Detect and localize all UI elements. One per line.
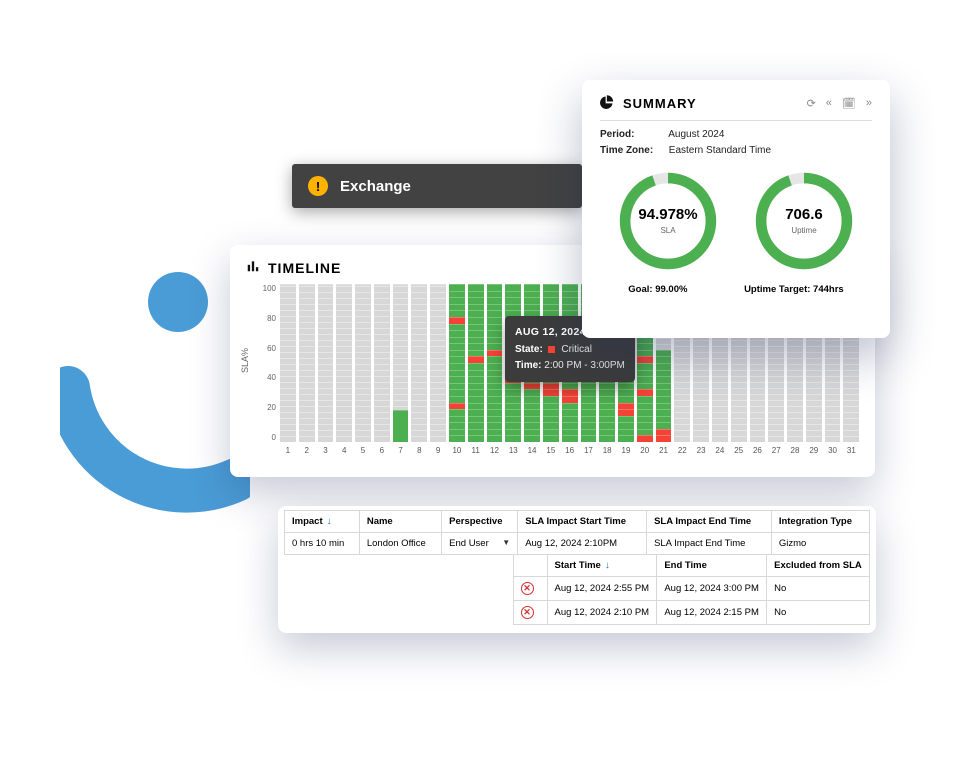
sla-caption: SLA — [615, 226, 721, 235]
pie-icon — [600, 94, 615, 112]
error-icon: ✕ — [521, 582, 534, 595]
day-column[interactable] — [299, 284, 315, 442]
col-integration[interactable]: Integration Type — [771, 511, 869, 533]
tz-label: Time Zone: — [600, 143, 666, 159]
warning-icon: ! — [308, 176, 328, 196]
uptime-caption: Uptime — [751, 226, 857, 235]
col-impact[interactable]: Impact↓ — [285, 511, 360, 533]
sort-icon: ↓ — [327, 516, 332, 527]
exchange-chip[interactable]: ! Exchange — [292, 164, 582, 208]
tooltip-time-label: Time: — [515, 360, 542, 371]
day-column[interactable] — [468, 284, 484, 442]
table-row[interactable]: ✕ Aug 12, 2024 2:55 PMAug 12, 2024 3:00 P… — [513, 577, 869, 601]
day-column[interactable] — [449, 284, 465, 442]
cell-impact: 0 hrs 10 min — [285, 533, 360, 555]
period-label: Period: — [600, 127, 666, 143]
cell-start: Aug 12, 2024 2:55 PM — [547, 577, 657, 601]
cell-excluded: No — [767, 577, 870, 601]
refresh-icon[interactable]: ⟳ — [807, 97, 816, 110]
timeline-title: TIMELINE — [268, 260, 341, 276]
impact-table: Impact↓ Name Perspective SLA Impact Star… — [284, 510, 870, 555]
day-column[interactable] — [336, 284, 352, 442]
summary-meta: Period: August 2024 Time Zone: Eastern S… — [600, 127, 872, 158]
cell-start: Aug 12, 2024 2:10 PM — [547, 601, 657, 625]
critical-dot-icon — [548, 346, 555, 353]
cell-end: Aug 12, 2024 2:15 PM — [657, 601, 767, 625]
tz-value: Eastern Standard Time — [669, 145, 771, 156]
y-ticks: 100806040200 — [260, 284, 276, 442]
goal: Goal: 99.00% — [628, 284, 687, 295]
table-row[interactable]: ✕ Aug 12, 2024 2:10 PMAug 12, 2024 2:15 P… — [513, 601, 869, 625]
prev-icon[interactable]: « — [826, 97, 832, 110]
cell-name: London Office — [359, 533, 441, 555]
table-header-row: Impact↓ Name Perspective SLA Impact Star… — [285, 511, 870, 533]
day-column[interactable] — [487, 284, 503, 442]
exchange-chip-label: Exchange — [340, 178, 411, 195]
cell-excluded: No — [767, 601, 870, 625]
cell-end: Aug 12, 2024 3:00 PM — [657, 577, 767, 601]
table-row[interactable]: 0 hrs 10 min London Office End User▼ Aug… — [285, 533, 870, 555]
cell-sla-start: Aug 12, 2024 2:10PM — [518, 533, 647, 555]
summary-toolbar: ⟳ « 🗓︎ » — [807, 97, 872, 110]
col-start[interactable]: Start Time↓ — [547, 555, 657, 577]
uptime-donut: 706.6 Uptime — [751, 168, 857, 274]
next-icon[interactable]: » — [866, 97, 872, 110]
cell-integration: Gizmo — [771, 533, 869, 555]
table-header-row: Start Time↓ End Time Excluded from SLA — [513, 555, 869, 577]
day-column[interactable] — [318, 284, 334, 442]
sla-donut: 94.978% SLA — [615, 168, 721, 274]
day-column[interactable] — [393, 284, 409, 442]
day-column[interactable] — [411, 284, 427, 442]
day-column[interactable] — [280, 284, 296, 442]
col-sla-start[interactable]: SLA Impact Start Time — [518, 511, 647, 533]
cell-perspective: End User▼ — [442, 533, 518, 555]
summary-card: SUMMARY ⟳ « 🗓︎ » Period: August 2024 Tim… — [582, 80, 890, 338]
day-column[interactable] — [430, 284, 446, 442]
period-value: August 2024 — [668, 129, 724, 140]
impact-detail-table: Start Time↓ End Time Excluded from SLA ✕… — [513, 554, 870, 625]
col-perspective[interactable]: Perspective — [442, 511, 518, 533]
sla-value: 94.978% — [615, 206, 721, 223]
col-excluded[interactable]: Excluded from SLA — [767, 555, 870, 577]
error-icon: ✕ — [521, 606, 534, 619]
bars-icon — [246, 259, 260, 276]
chevron-down-icon[interactable]: ▼ — [502, 538, 510, 547]
summary-title: SUMMARY — [623, 96, 697, 111]
cell-sla-end: SLA Impact End Time — [647, 533, 772, 555]
tooltip-state-label: State: — [515, 344, 543, 355]
col-sla-end[interactable]: SLA Impact End Time — [647, 511, 772, 533]
tooltip-time-value: 2:00 PM - 3:00PM — [544, 360, 625, 371]
col-end[interactable]: End Time — [657, 555, 767, 577]
sort-icon: ↓ — [605, 560, 610, 571]
uptime-value: 706.6 — [751, 206, 857, 223]
x-ticks: 1234567891011121314151617181920212223242… — [280, 446, 859, 455]
tooltip-state-value: Critical — [561, 344, 592, 355]
uptime-target: Uptime Target: 744hrs — [744, 284, 844, 295]
impact-card: Impact↓ Name Perspective SLA Impact Star… — [278, 506, 876, 633]
col-name[interactable]: Name — [359, 511, 441, 533]
divider — [600, 120, 872, 121]
day-column[interactable] — [374, 284, 390, 442]
calendar-icon[interactable]: 🗓︎ — [842, 97, 856, 110]
brand-logo — [60, 270, 250, 530]
day-column[interactable] — [355, 284, 371, 442]
y-axis-label: SLA% — [240, 348, 250, 373]
